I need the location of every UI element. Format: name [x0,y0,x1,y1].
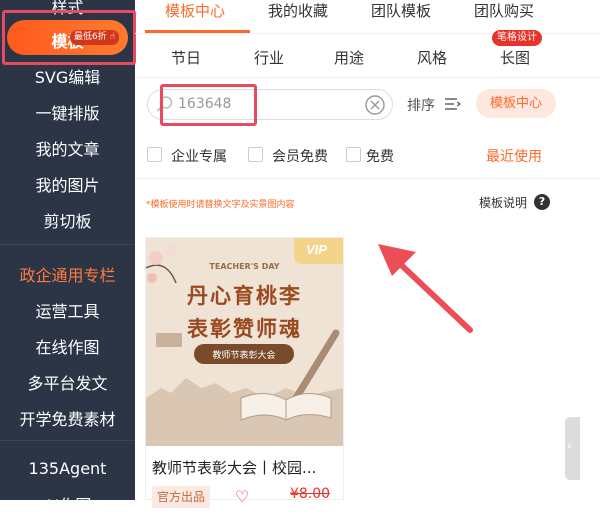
sidebar-divider [0,244,135,245]
designer-badge: 笔格设计 [492,30,542,46]
chevron-left-icon: ‹ [567,439,572,453]
heart-icon[interactable]: ♡ [235,487,249,506]
category-industry[interactable]: 行业 [254,47,284,68]
sidebar-item-svg[interactable]: SVG编辑 [0,64,135,88]
tab-my-favorites[interactable]: 我的收藏 [268,0,328,21]
sidebar-item-agent[interactable]: 135Agent [0,459,135,478]
sort-button[interactable]: 排序 [407,95,435,115]
poster-line2: 表彰赞师魂 [187,317,302,341]
category-festival[interactable]: 节日 [171,47,201,68]
sidebar: 样式 模板 最低6折 ☝ SVG编辑 一键排版 我的文章 我的图片 剪切板 政企… [0,0,136,515]
vip-badge: VIP [306,242,327,257]
checkbox-label: 免费 [366,149,394,165]
tab-team-purchase[interactable]: 团队购买 [474,0,534,21]
sort-icon[interactable] [443,96,461,112]
poster-subtitle: TEACHER'S DAY [209,262,280,271]
clear-icon[interactable] [364,94,386,116]
checkbox-label: 企业专属 [171,149,227,165]
official-tag: 官方出品 [152,486,211,508]
checkbox-member-free[interactable] [248,147,263,162]
annotation-arrow-icon [378,244,473,333]
template-center-button[interactable]: 模板中心 [476,89,556,118]
sidebar-item-images[interactable]: 我的图片 [0,172,135,196]
side-collapse-tab[interactable]: ‹ [565,417,580,480]
sort-label: 排序 [407,98,435,114]
sidebar-item-free-material[interactable]: 开学免费素材 [0,406,135,430]
sidebar-item-ops-tools[interactable]: 运营工具 [0,298,135,322]
template-explain-link[interactable]: 模板说明 [479,194,527,211]
tab-team-templates[interactable]: 团队模板 [371,0,431,21]
sidebar-item-ai-draw[interactable]: AI作图 [0,492,135,516]
divider [135,77,600,78]
usage-notice: *模板使用时请替换文字及实景图内容 [146,200,295,210]
template-title[interactable]: 教师节表彰大会丨校园... [152,457,316,478]
sidebar-item-gov-column[interactable]: 政企通用专栏 [0,262,135,286]
sidebar-item-multi-platform[interactable]: 多平台发文 [0,370,135,394]
checkbox-label: 会员免费 [272,149,328,165]
highlight-box-search [160,84,257,126]
help-icon[interactable]: ? [534,194,550,210]
poster-line1: 丹心育桃李 [187,284,302,308]
template-thumbnail[interactable]: VIP TEACHER'S DAY 丹心育桃李 表彰赞师魂 教师节表彰大会 [146,238,343,446]
sidebar-item-one-click[interactable]: 一键排版 [0,100,135,124]
sidebar-item-clipboard[interactable]: 剪切板 [0,208,135,232]
poster-banner: 教师节表彰大会 [212,351,276,361]
sidebar-divider [0,440,135,441]
category-long-image[interactable]: 长图 [500,47,530,68]
sidebar-item-articles[interactable]: 我的文章 [0,136,135,160]
category-purpose[interactable]: 用途 [334,47,364,68]
tab-template-center[interactable]: 模板中心 [165,0,225,21]
checkbox-free[interactable] [346,147,361,162]
recently-used-link[interactable]: 最近使用 [486,146,542,166]
category-style[interactable]: 风格 [417,47,447,68]
sidebar-item-online-draw[interactable]: 在线作图 [0,334,135,358]
checkbox-enterprise[interactable] [147,147,162,162]
highlight-box-templates [2,10,136,65]
divider [135,178,600,179]
